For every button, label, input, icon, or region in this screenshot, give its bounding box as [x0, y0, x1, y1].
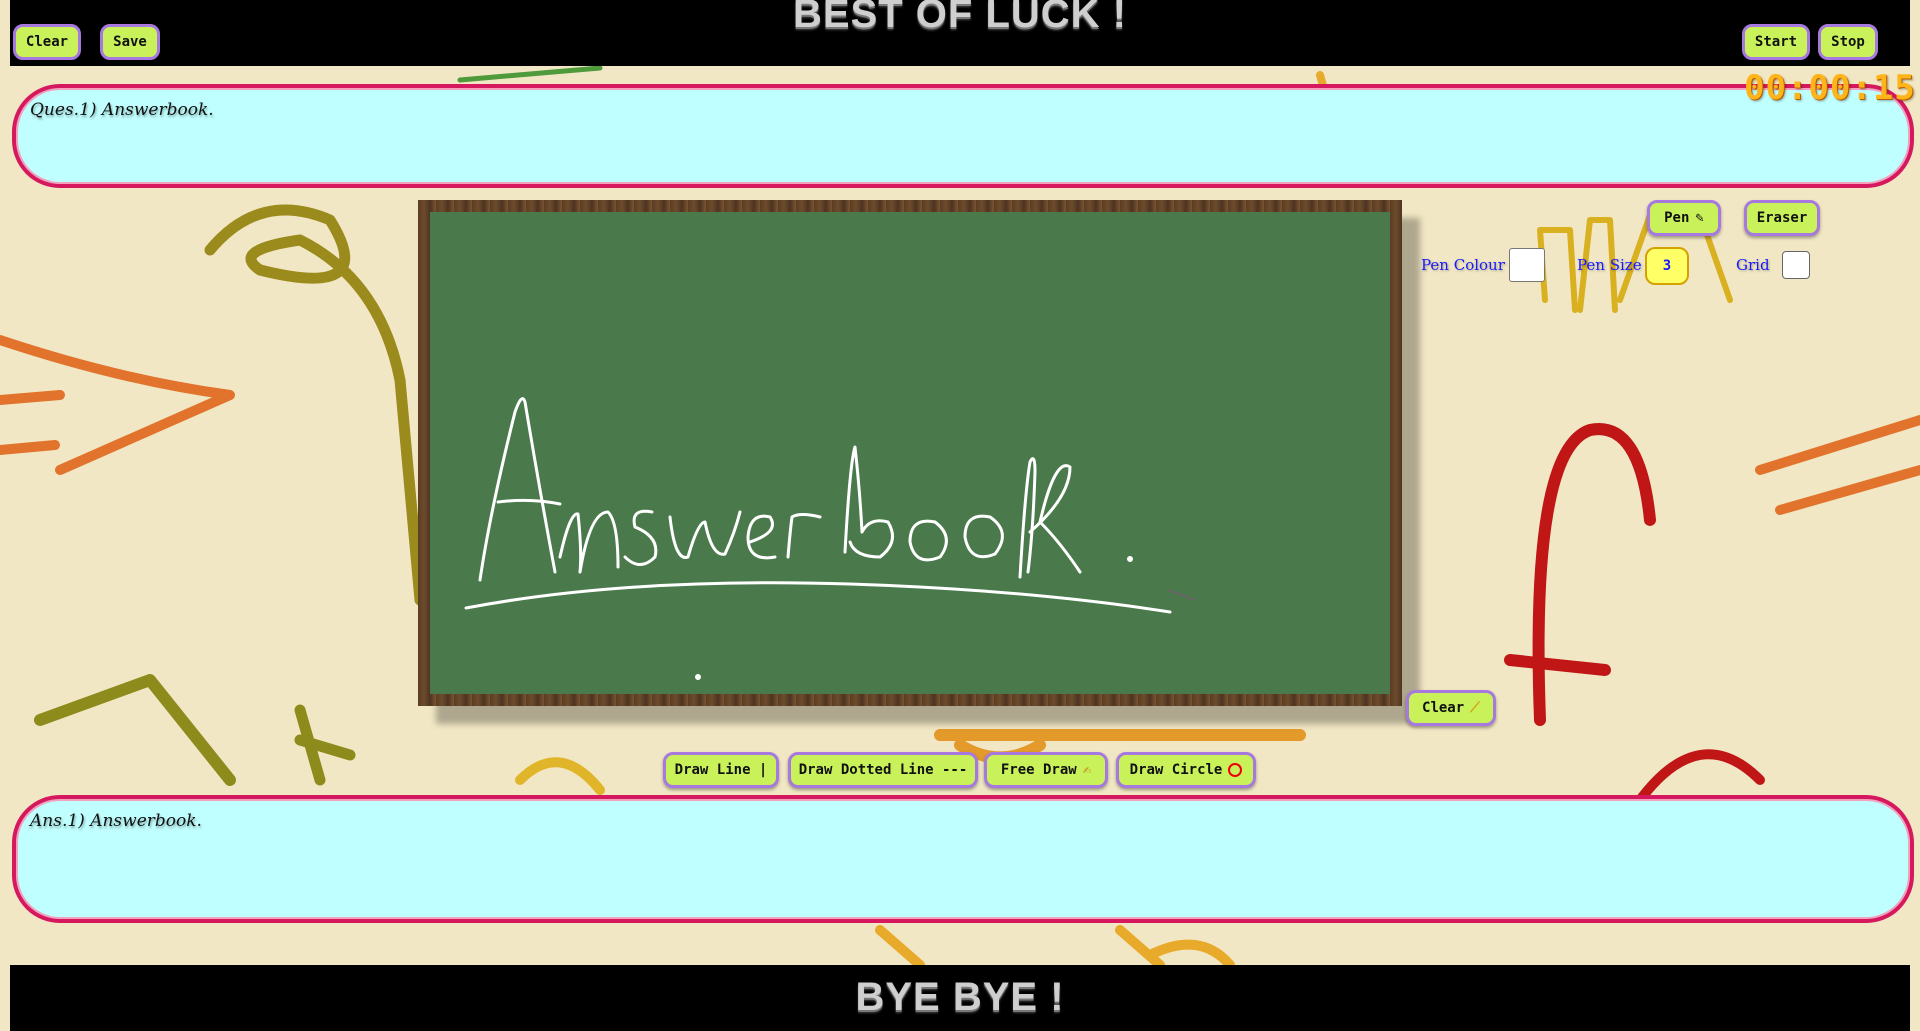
draw-circle-button[interactable]: Draw Circle: [1116, 752, 1256, 788]
question-textbox[interactable]: Ques.1) Answerbook.: [12, 84, 1914, 188]
grid-label: Grid: [1736, 256, 1770, 274]
start-button[interactable]: Start: [1742, 24, 1810, 60]
pen-colour-label: Pen Colour: [1421, 256, 1505, 274]
board-clear-label: Clear: [1422, 700, 1465, 716]
chalkboard-drawing: [464, 397, 1196, 680]
footer-bar: BYE BYE !: [10, 965, 1910, 1031]
answer-textbox[interactable]: Ans.1) Answerbook.: [12, 795, 1914, 923]
timer-display: 00:00:15: [1744, 68, 1916, 108]
grid-checkbox[interactable]: [1782, 251, 1810, 279]
question-text: Ques.1) Answerbook.: [30, 100, 214, 120]
stop-button[interactable]: Stop: [1818, 24, 1878, 60]
chalkboard-frame: [418, 200, 1402, 706]
pencil-icon: ✍: [1082, 762, 1092, 778]
pencil-icon: ✎: [1695, 210, 1704, 226]
draw-circle-label: Draw Circle: [1129, 762, 1223, 778]
board-clear-button[interactable]: Clear ⟋: [1406, 690, 1496, 726]
clear-all-button[interactable]: Clear: [13, 24, 81, 60]
free-draw-label: Free Draw: [1000, 762, 1077, 778]
chalkboard-canvas[interactable]: [430, 212, 1390, 694]
footer-title: BYE BYE !: [855, 975, 1065, 1019]
free-draw-button[interactable]: Free Draw ✍: [984, 752, 1108, 788]
draw-line-button[interactable]: Draw Line |: [663, 752, 779, 788]
eraser-button[interactable]: Eraser: [1744, 200, 1820, 236]
header-title: BEST OF LUCK !: [793, 0, 1127, 36]
handwriting-answerbook: [464, 397, 1196, 680]
pen-colour-picker[interactable]: [1509, 248, 1545, 282]
pen-size-label: Pen Size: [1577, 256, 1642, 274]
circle-icon: [1228, 763, 1243, 777]
header-bar: BEST OF LUCK !: [10, 0, 1910, 66]
save-button[interactable]: Save: [100, 24, 160, 60]
pen-button[interactable]: Pen ✎: [1647, 200, 1721, 236]
draw-dotted-line-button[interactable]: Draw Dotted Line ---: [788, 752, 978, 788]
answer-text: Ans.1) Answerbook.: [30, 811, 202, 831]
pen-size-input[interactable]: 3: [1645, 247, 1689, 285]
pen-label: Pen: [1664, 210, 1690, 226]
brush-icon: ⟋: [1470, 700, 1480, 716]
